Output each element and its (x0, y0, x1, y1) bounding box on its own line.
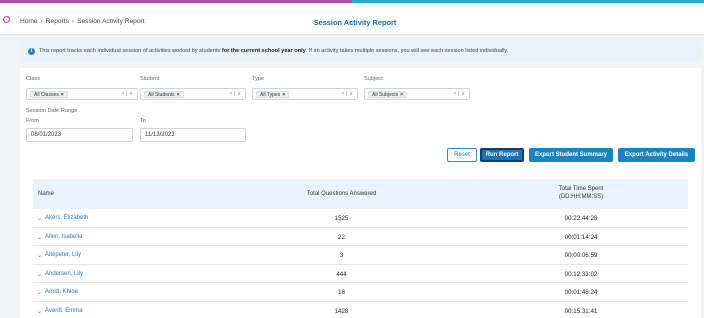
chevron-down-icon[interactable]: ⌄ (37, 289, 42, 296)
table-row[interactable]: ⌄ Akers, Elizabeth 1525 00:22:44:28 (33, 209, 688, 228)
chevron-down-icon[interactable]: ∨ (129, 91, 133, 97)
back-circle-icon[interactable] (3, 16, 10, 23)
time-cell: 00:12:33:02 (564, 270, 598, 278)
session-table: Name Total Questions Answered Total Time… (33, 179, 688, 318)
select-controls[interactable]: × | ∨ (341, 91, 353, 97)
questions-cell: 444 (336, 270, 347, 278)
from-label: From (26, 118, 40, 124)
table-row[interactable]: ⌄ Averitt, Emma 1428 00:15:31:41 (33, 302, 688, 318)
time-cell: 00:22:44:28 (564, 215, 598, 222)
table-row[interactable]: ⌄ Arndt, Khloe 18 00:01:48:24 (33, 283, 688, 302)
breadcrumb-separator-icon: › (40, 18, 43, 25)
class-label: Class (26, 76, 40, 82)
chevron-down-icon[interactable]: ⌄ (37, 271, 42, 278)
student-name-link[interactable]: Arndt, Khloe (45, 289, 78, 295)
table-header: Name Total Questions Answered Total Time… (33, 179, 688, 209)
chevron-down-icon[interactable]: ⌄ (37, 308, 42, 315)
export-activity-details-button[interactable]: Export Activity Details (618, 148, 695, 162)
type-select[interactable]: All Types × × | ∨ (252, 88, 358, 100)
chevron-down-icon[interactable]: ∨ (349, 91, 353, 97)
chip-remove-icon[interactable]: × (400, 92, 403, 98)
table-row[interactable]: ⌄ Allen, Isabella 22 00:01:14:24 (33, 228, 688, 246)
questions-cell: 1428 (334, 307, 349, 315)
student-name-link[interactable]: Allen, Isabella (45, 234, 82, 240)
questions-cell: 3 (339, 252, 344, 259)
clear-icon[interactable]: × (229, 91, 232, 97)
time-cell: 00:00:06:59 (564, 252, 598, 259)
student-name-link[interactable]: Altepeter, Lily (45, 252, 81, 258)
reset-button[interactable]: Reset (447, 148, 477, 162)
select-controls[interactable]: × | ∨ (229, 91, 241, 97)
time-cell: 00:15:31:41 (564, 307, 598, 315)
chevron-down-icon[interactable]: ⌄ (37, 252, 42, 259)
clear-icon[interactable]: × (121, 91, 124, 97)
chip-remove-icon[interactable]: × (177, 92, 180, 98)
table-row[interactable]: ⌄ Andersen, Lily 444 00:12:33:02 (33, 265, 688, 283)
subject-label: Subject (364, 76, 383, 82)
type-chip[interactable]: All Types × (256, 91, 290, 98)
to-date-input[interactable]: 11/13/2023 (140, 128, 246, 142)
export-student-summary-button[interactable]: Export Student Summary (529, 148, 613, 162)
breadcrumb-separator-icon: › (71, 18, 75, 25)
student-name-link[interactable]: Andersen, Lily (45, 271, 83, 277)
page-title: Session Activity Report (313, 18, 397, 27)
clear-icon[interactable]: × (453, 91, 456, 97)
breadcrumb: Home › Reports › Session Activity Report (20, 18, 145, 25)
subject-select[interactable]: All Subjects × × | ∨ (364, 88, 470, 100)
time-cell: 00:01:14:24 (564, 233, 598, 241)
column-header-questions[interactable]: Total Questions Answered (253, 191, 430, 197)
time-cell: 00:01:48:24 (564, 289, 598, 296)
chevron-down-icon[interactable]: ⌄ (37, 215, 42, 222)
column-header-time[interactable]: Total Time Spent (DD:HH:MM:SS) (511, 185, 651, 201)
clear-icon[interactable]: × (341, 91, 344, 97)
info-icon: i (28, 48, 35, 55)
chip-remove-icon[interactable]: × (282, 92, 285, 98)
type-label: Type (252, 76, 265, 82)
student-select[interactable]: All Students × × | ∨ (140, 88, 246, 100)
to-label: To (140, 118, 146, 124)
chevron-down-icon[interactable]: ⌄ (37, 234, 42, 241)
student-chip[interactable]: All Students × (144, 91, 184, 98)
breadcrumb-current: Session Activity Report (77, 18, 145, 25)
student-name-link[interactable]: Averitt, Emma (45, 308, 83, 314)
info-banner: i This report tracks each individual ses… (20, 41, 701, 62)
questions-cell: 22 (338, 233, 345, 241)
questions-cell: 1525 (334, 215, 349, 222)
chevron-down-icon[interactable]: ∨ (461, 91, 465, 97)
breadcrumb-home[interactable]: Home (20, 18, 38, 25)
report-panel: Class All Classes × × | ∨ Student All Stu… (20, 68, 701, 318)
chevron-down-icon[interactable]: ∨ (237, 91, 241, 97)
page-header: Home › Reports › Session Activity Report Ses… (0, 3, 704, 35)
questions-cell: 18 (338, 289, 345, 296)
student-name-link[interactable]: Akers, Elizabeth (45, 215, 88, 221)
chip-remove-icon[interactable]: × (61, 92, 64, 98)
select-controls[interactable]: × | ∨ (453, 91, 465, 97)
info-text: This report tracks each individual sessi… (39, 48, 509, 54)
select-controls[interactable]: × | ∨ (121, 91, 133, 97)
class-chip[interactable]: All Classes × (30, 91, 68, 98)
class-select[interactable]: All Classes × × | ∨ (26, 88, 138, 100)
table-row[interactable]: ⌄ Altepeter, Lily 3 00:00:06:59 (33, 246, 688, 265)
subject-chip[interactable]: All Subjects × (368, 91, 408, 98)
breadcrumb-reports[interactable]: Reports (46, 18, 69, 25)
run-report-button[interactable]: Run Report (480, 148, 524, 162)
date-range-label: Session Date Range (26, 108, 78, 114)
column-header-name[interactable]: Name (38, 191, 54, 197)
from-date-input[interactable]: 08/01/2023 (26, 128, 133, 142)
student-label: Student (140, 76, 160, 82)
